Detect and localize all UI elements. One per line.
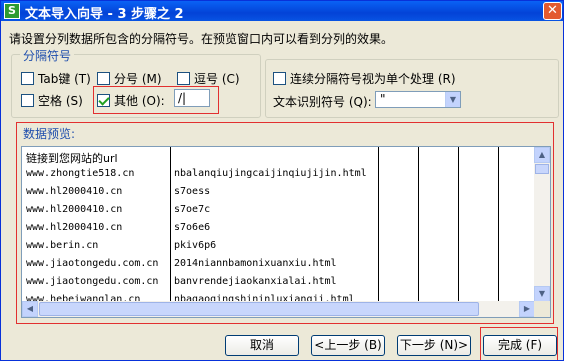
consecutive-delimiters-checkbox[interactable]: 连续分隔符号视为单个处理 (R): [273, 70, 456, 86]
instruction-text: 请设置分列数据所包含的分隔符号。在预览窗口内可以看到分列的效果。: [9, 32, 394, 46]
title-bar: S 文本导入向导 - 3 步骤之 2 ✕: [1, 1, 563, 22]
close-button[interactable]: ✕: [543, 2, 562, 20]
text-qualifier-select[interactable]: " ▼: [375, 91, 461, 108]
preview-cell: www.hl2000410.cn: [26, 186, 123, 197]
consecutive-checkbox-label: 连续分隔符号视为单个处理 (R): [290, 72, 456, 86]
preview-cell: banvrendejiaokanxialai.html: [174, 276, 337, 287]
finish-highlight: [480, 327, 558, 360]
text-qualifier-value: ": [380, 92, 386, 106]
semicolon-checkbox-label: 分号 (M): [114, 72, 162, 86]
comma-checkbox-box[interactable]: [177, 72, 190, 85]
space-checkbox-box[interactable]: [21, 94, 34, 107]
preview-cell: 2014niannbamonixuanxiu.html: [174, 258, 337, 269]
preview-cell: pkiv6p6: [174, 240, 217, 251]
app-icon: S: [4, 3, 20, 19]
next-button[interactable]: 下一步 (N)>: [397, 335, 471, 356]
scroll-up-icon[interactable]: ▲: [534, 147, 550, 163]
scrollbar-corner: [534, 301, 550, 317]
preview-cell: www.berin.cn: [26, 240, 99, 251]
column-separator: [458, 147, 459, 303]
scroll-left-icon[interactable]: ◀: [22, 301, 38, 317]
column-separator: [170, 147, 171, 303]
chevron-down-icon[interactable]: ▼: [445, 92, 460, 107]
window-title: 文本导入向导 - 3 步骤之 2: [25, 7, 184, 22]
preview-cell: www.jiaotongedu.com.cn: [26, 276, 159, 287]
vertical-scroll-thumb[interactable]: [535, 164, 549, 174]
horizontal-scroll-thumb[interactable]: [39, 302, 479, 316]
preview-cell: www.hl2000410.cn: [26, 204, 123, 215]
preview-label: 数据预览:: [23, 127, 76, 141]
space-checkbox[interactable]: 空格 (S): [21, 92, 83, 108]
tab-checkbox-box[interactable]: [21, 72, 34, 85]
preview-cell: 链接到您网站的url: [26, 152, 118, 165]
preview-cell: nbalanqiujingcaijinqiujijin.html: [174, 168, 367, 179]
scroll-right-icon[interactable]: ▶: [519, 301, 535, 317]
space-checkbox-label: 空格 (S): [38, 94, 83, 108]
tab-checkbox-label: Tab键 (T): [38, 72, 91, 86]
consecutive-checkbox-box[interactable]: [273, 72, 286, 85]
preview-cell: www.hl2000410.cn: [26, 222, 123, 233]
column-separator: [418, 147, 419, 303]
tab-checkbox[interactable]: Tab键 (T): [21, 70, 91, 86]
column-separator: [498, 147, 499, 303]
semicolon-checkbox-box[interactable]: [97, 72, 110, 85]
preview-cell: s7o6e6: [174, 222, 211, 233]
delimiter-group-legend: 分隔符号: [20, 47, 75, 64]
preview-cell: www.jiaotongedu.com.cn: [26, 258, 159, 269]
preview-cell: s7oess: [174, 186, 211, 197]
data-preview-pane[interactable]: 链接到您网站的url www.zhongtie518.cn nbalanqiujin…: [21, 146, 551, 318]
text-qualifier-label: 文本识别符号 (Q):: [273, 95, 372, 109]
cancel-button[interactable]: 取消: [225, 335, 299, 356]
scroll-down-icon[interactable]: ▼: [534, 286, 550, 302]
vertical-scrollbar[interactable]: ▲ ▼: [534, 147, 550, 302]
text-import-wizard-window: S 文本导入向导 - 3 步骤之 2 ✕ 请设置分列数据所包含的分隔符号。在预览…: [0, 0, 564, 361]
other-delimiter-highlight: [93, 86, 219, 114]
horizontal-scrollbar[interactable]: ◀ ▶: [22, 301, 535, 317]
previous-button[interactable]: <上一步 (B): [311, 335, 385, 356]
comma-checkbox[interactable]: 逗号 (C): [177, 70, 240, 86]
preview-cell: s7oe7c: [174, 204, 211, 215]
preview-cell: www.zhongtie518.cn: [26, 168, 135, 179]
comma-checkbox-label: 逗号 (C): [194, 72, 240, 86]
semicolon-checkbox[interactable]: 分号 (M): [97, 70, 162, 86]
column-separator: [378, 147, 379, 303]
